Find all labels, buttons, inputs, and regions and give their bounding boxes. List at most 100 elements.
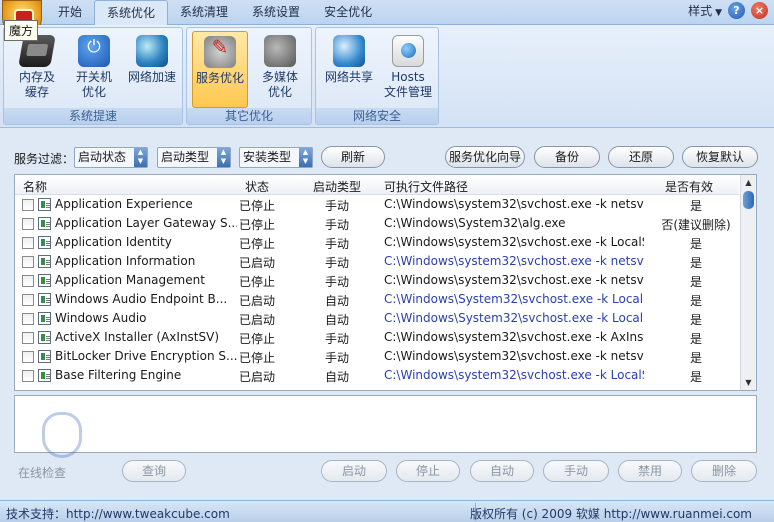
startup-type-select[interactable]: 启动类型 ▲ ▼ [157,147,231,168]
service-exe-path: C:\Windows\System32\alg.exe [384,216,566,230]
service-startup-type: 手动 [325,275,350,289]
network-speedup-button[interactable]: 网络加速 [124,31,180,108]
speaker-icon [264,35,296,67]
table-row[interactable]: Base Filtering Engine 已启动 自动 C:\Windows\sys… [15,366,739,385]
top-tab-strip: 开始 系统优化 系统清理 系统设置 安全优化 样式 ▼ ? × [0,0,774,38]
service-optimize-button[interactable]: 服务优化 [192,31,248,108]
reset-default-button[interactable]: 恢复默认 [682,146,758,168]
delete-service-button[interactable]: 删除 [691,460,757,482]
tab-system-settings[interactable]: 系统设置 [240,0,312,25]
spin-arrows-icon: ▲ ▼ [299,148,312,167]
backup-button[interactable]: 备份 [534,146,600,168]
table-row[interactable]: Application Information 已启动 手动 C:\Windows\s… [15,252,739,271]
memory-cache-button[interactable]: 内存及 缓存 [12,31,62,108]
service-startup-type: 自动 [325,370,350,384]
service-valid: 是 [689,313,702,327]
hosts-manage-button[interactable]: Hosts 文件管理 [380,31,436,108]
service-status: 已启动 [239,294,276,308]
service-valid: 是 [689,294,702,308]
service-startup-type: 自动 [325,294,350,308]
startup-state-select[interactable]: 启动状态 ▲ ▼ [74,147,148,168]
row-checkbox[interactable] [22,351,34,363]
disable-service-button[interactable]: 禁用 [618,460,682,482]
column-valid[interactable]: 是否有效 [665,178,713,195]
tab-system-clean[interactable]: 系统清理 [168,0,240,25]
row-checkbox[interactable] [22,237,34,249]
table-row[interactable]: Windows Audio Endpoint B... 已启动 自动 C:\Windo… [15,290,739,309]
service-icon [38,236,51,249]
service-exe-path: C:\Windows\system32\svchost.exe -k AxIns… [384,330,644,344]
group-system-speedup: 内存及 缓存 开关机 优化 网络加速 系统提速 [3,27,183,125]
service-status: 已启动 [239,256,276,270]
column-status[interactable]: 状态 [245,178,269,195]
service-startup-type: 手动 [325,256,350,270]
hosts-manage-label: Hosts 文件管理 [383,70,432,99]
support-link[interactable]: 技术支持：http://www.tweakcube.com [6,505,230,522]
main-tabs: 开始 系统优化 系统清理 系统设置 安全优化 [46,0,384,26]
table-row[interactable]: Application Identity 已停止 手动 C:\Windows\syst… [15,233,739,252]
service-name: Application Information [55,254,196,268]
tooltip: 魔方 [4,20,39,41]
row-checkbox[interactable] [22,275,34,287]
service-icon [38,198,51,211]
set-auto-button[interactable]: 自动 [470,460,534,482]
network-share-button[interactable]: 网络共享 [321,31,377,108]
table-row[interactable]: Windows Audio 已启动 自动 C:\Windows\System32\sv… [15,309,739,328]
service-startup-type: 手动 [325,218,350,232]
stop-service-button[interactable]: 停止 [396,460,460,482]
service-startup-type: 自动 [325,313,350,327]
service-exe-path: C:\Windows\system32\svchost.exe -k netsv… [384,197,644,211]
row-checkbox[interactable] [22,218,34,230]
scroll-thumb[interactable] [743,191,754,209]
start-service-button[interactable]: 启动 [321,460,387,482]
multimedia-optimize-label: 多媒体 优化 [261,70,298,99]
tab-security-optimize[interactable]: 安全优化 [312,0,384,25]
help-icon[interactable]: ? [728,2,745,19]
service-list: 名称 状态 启动类型 可执行文件路径 是否有效 Application Expe… [14,174,757,391]
row-checkbox[interactable] [22,294,34,306]
column-name[interactable]: 名称 [23,178,47,195]
service-wizard-button[interactable]: 服务优化向导 [445,146,525,168]
tab-system-optimize[interactable]: 系统优化 [94,0,169,26]
table-row[interactable]: Application Experience 已停止 手动 C:\Windows\sy… [15,195,739,214]
list-header: 名称 状态 启动类型 可执行文件路径 是否有效 [15,175,739,195]
service-status: 已停止 [239,275,276,289]
online-check-label[interactable]: 在线检查 [18,464,66,481]
list-scrollbar[interactable]: ▲ ▼ [740,175,756,390]
tab-start[interactable]: 开始 [46,0,94,25]
service-valid: 是 [689,237,702,251]
multimedia-optimize-button[interactable]: 多媒体 优化 [253,31,307,108]
service-name: ActiveX Installer (AxInstSV) [55,330,220,344]
column-startup-type[interactable]: 启动类型 [313,178,361,195]
power-icon [78,35,110,67]
close-icon[interactable]: × [751,2,768,19]
install-type-select[interactable]: 安装类型 ▲ ▼ [239,147,313,168]
query-button[interactable]: 查询 [122,460,186,482]
service-valid: 否(建议删除) [661,218,731,232]
set-manual-button[interactable]: 手动 [543,460,609,482]
row-checkbox[interactable] [22,256,34,268]
service-exe-path: C:\Windows\System32\svchost.exe -k Local… [384,311,644,325]
scroll-up-icon[interactable]: ▲ [742,176,755,189]
table-row[interactable]: BitLocker Drive Encryption S... 已停止 手动 C:\W… [15,347,739,366]
column-exe-path[interactable]: 可执行文件路径 [384,178,468,195]
service-exe-path: C:\Windows\system32\svchost.exe -k netsv… [384,273,644,287]
row-checkbox[interactable] [22,332,34,344]
refresh-button[interactable]: 刷新 [321,146,385,168]
restore-button[interactable]: 还原 [608,146,674,168]
row-checkbox[interactable] [22,313,34,325]
table-row[interactable]: Application Management 已停止 手动 C:\Windows\sy… [15,271,739,290]
copyright-text: 版权所有 (c) 2009 软媒 http://www.ruanmei.com [469,507,752,521]
service-rows: Application Experience 已停止 手动 C:\Windows\sy… [15,195,739,385]
table-row[interactable]: ActiveX Installer (AxInstSV) 已停止 手动 C:\Wind… [15,328,739,347]
row-checkbox[interactable] [22,199,34,211]
service-name: Application Experience [55,197,193,211]
service-icon [38,217,51,230]
table-row[interactable]: Application Layer Gateway S... 已停止 手动 C:\Wi… [15,214,739,233]
row-checkbox[interactable] [22,370,34,382]
startup-state-value: 启动状态 [78,150,127,164]
boot-optimize-button[interactable]: 开关机 优化 [68,31,120,108]
scroll-down-icon[interactable]: ▼ [742,376,755,389]
memory-cache-label: 内存及 缓存 [18,70,55,99]
style-menu[interactable]: 样式 ▼ [688,2,722,19]
